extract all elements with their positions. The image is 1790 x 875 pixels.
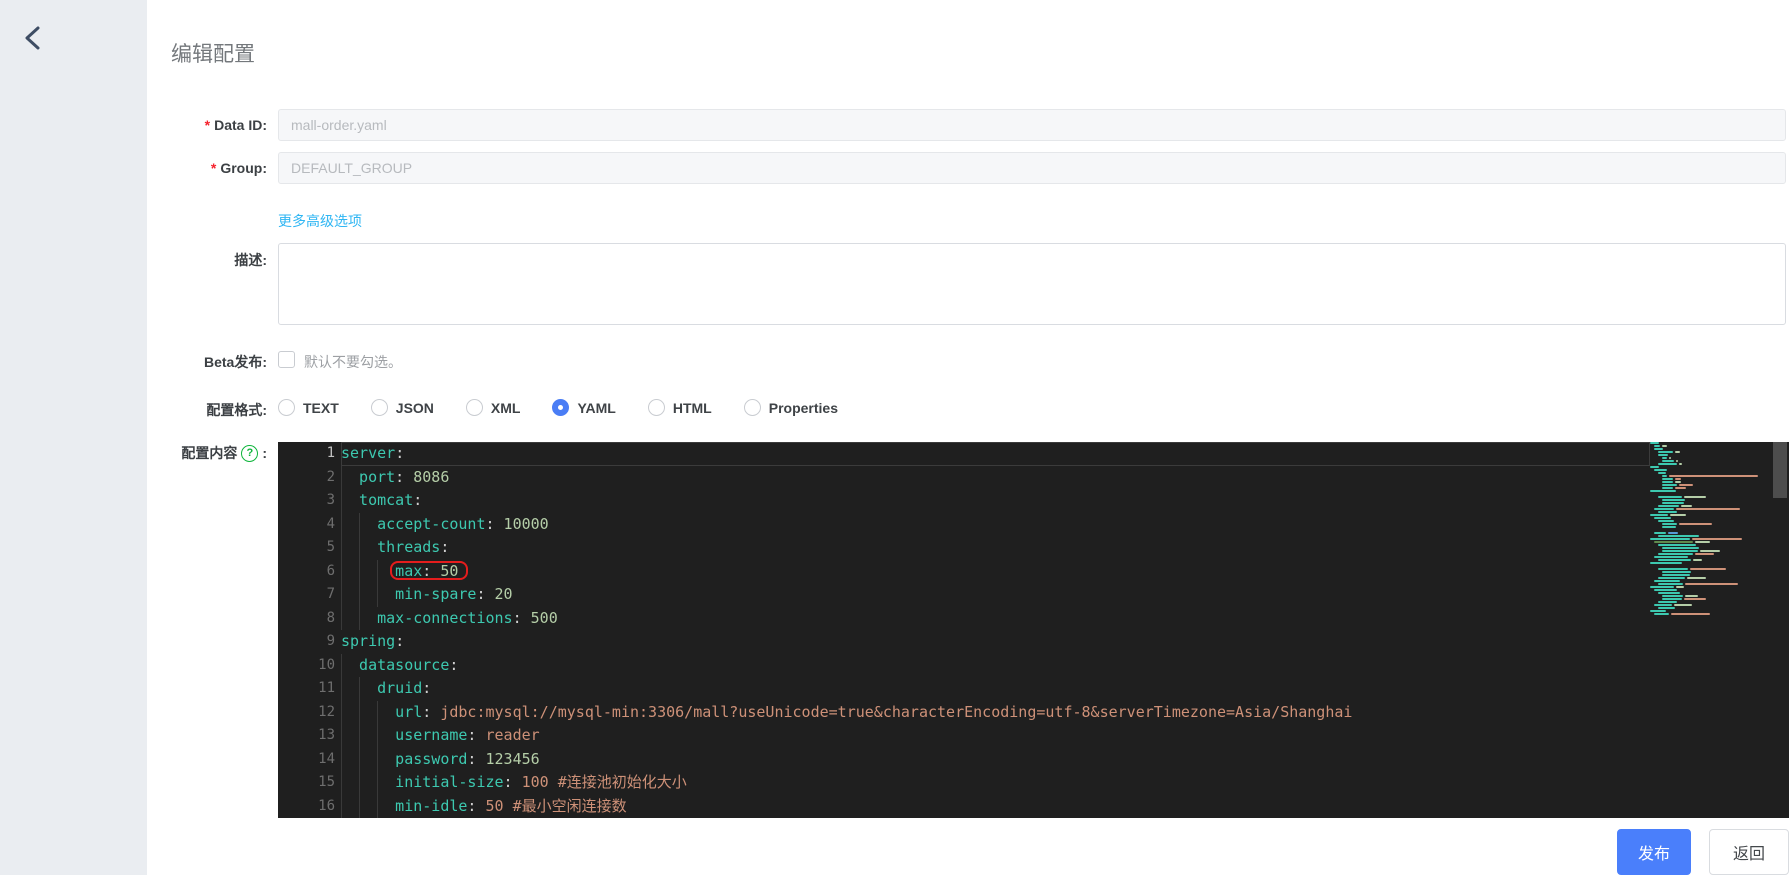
red-annotation-box: max: 50 bbox=[395, 561, 459, 580]
editor-minimap[interactable] bbox=[1650, 442, 1762, 818]
page-title: 编辑配置 bbox=[171, 43, 255, 66]
radio-label: XML bbox=[490, 399, 521, 416]
code-line-16[interactable]: min-idle: 50 #最小空闲连接数 bbox=[341, 794, 1789, 818]
code-line-9[interactable]: spring: bbox=[341, 630, 1789, 654]
radio-circle-icon[interactable] bbox=[743, 399, 761, 416]
radio-label: Properties bbox=[768, 399, 838, 416]
code-line-1[interactable]: server: bbox=[341, 442, 1789, 466]
data-id-label: * Data ID: bbox=[204, 117, 267, 133]
radio-circle-icon[interactable] bbox=[370, 399, 388, 416]
format-radio-properties[interactable]: Properties bbox=[743, 399, 838, 416]
code-line-3[interactable]: tomcat: bbox=[341, 489, 1789, 513]
advanced-options-link[interactable]: 更多高级选项 bbox=[278, 211, 362, 231]
format-radio-json[interactable]: JSON bbox=[370, 399, 434, 416]
description-label: 描述: bbox=[234, 252, 267, 268]
editor-scrollbar-thumb[interactable] bbox=[1773, 442, 1787, 498]
radio-circle-icon[interactable] bbox=[465, 399, 483, 416]
format-radio-xml[interactable]: XML bbox=[465, 399, 521, 416]
radio-circle-icon[interactable] bbox=[278, 399, 295, 416]
content-label: 配置内容 ? : bbox=[181, 444, 267, 462]
code-line-11[interactable]: druid: bbox=[341, 677, 1789, 701]
format-radio-yaml[interactable]: YAML bbox=[552, 399, 616, 416]
code-line-10[interactable]: datasource: bbox=[341, 653, 1789, 677]
required-asterisk: * bbox=[210, 160, 217, 176]
code-line-8[interactable]: max-connections: 500 bbox=[341, 606, 1789, 630]
format-label: 配置格式: bbox=[206, 402, 267, 418]
question-circle-icon[interactable]: ? bbox=[241, 444, 259, 462]
radio-circle-icon[interactable] bbox=[647, 399, 665, 416]
required-asterisk: * bbox=[204, 117, 211, 133]
config-content-editor[interactable]: 1 2 3 4 5 6 7 8 9 10 11 12 13 14 15 16 server: port: 808… bbox=[278, 442, 1789, 818]
back-button[interactable]: 返回 bbox=[1709, 829, 1789, 875]
back-arrow-icon[interactable] bbox=[20, 24, 48, 52]
data-id-input: mall-order.yaml bbox=[278, 109, 1786, 141]
description-textarea[interactable] bbox=[278, 243, 1786, 325]
code-line-13[interactable]: username: reader bbox=[341, 724, 1789, 748]
code-lines[interactable]: server: port: 8086 tomcat: accept-count: 10… bbox=[341, 442, 1789, 818]
format-radio-group: TEXT JSON XML YAML HTML Properties bbox=[278, 399, 838, 416]
code-line-6[interactable]: max: 50 bbox=[341, 559, 1789, 583]
beta-checkbox-hint: 默认不要勾选。 bbox=[304, 354, 402, 370]
radio-label: HTML bbox=[672, 399, 712, 416]
code-line-15[interactable]: initial-size: 100 #连接池初始化大小 bbox=[341, 771, 1789, 795]
line-number-gutter: 1 2 3 4 5 6 7 8 9 10 11 12 13 14 15 16 bbox=[318, 445, 335, 814]
beta-label: Beta发布: bbox=[203, 354, 267, 370]
code-line-12[interactable]: url: jdbc:mysql://mysql-min:3306/mall?us… bbox=[341, 700, 1789, 724]
group-input: DEFAULT_GROUP bbox=[278, 152, 1786, 184]
publish-button[interactable]: 发布 bbox=[1617, 829, 1691, 875]
radio-label: TEXT bbox=[303, 399, 339, 416]
group-label: * Group: bbox=[210, 160, 267, 176]
beta-checkbox[interactable] bbox=[278, 351, 295, 368]
code-line-2[interactable]: port: 8086 bbox=[341, 465, 1789, 489]
radio-label: YAML bbox=[577, 399, 616, 416]
format-radio-text[interactable]: TEXT bbox=[278, 399, 339, 416]
code-line-4[interactable]: accept-count: 10000 bbox=[341, 512, 1789, 536]
code-line-14[interactable]: password: 123456 bbox=[341, 747, 1789, 771]
format-radio-html[interactable]: HTML bbox=[647, 399, 712, 416]
radio-label: JSON bbox=[395, 399, 434, 416]
radio-circle-icon[interactable] bbox=[552, 399, 570, 416]
code-line-5[interactable]: threads: bbox=[341, 536, 1789, 560]
code-line-7[interactable]: min-spare: 20 bbox=[341, 583, 1789, 607]
